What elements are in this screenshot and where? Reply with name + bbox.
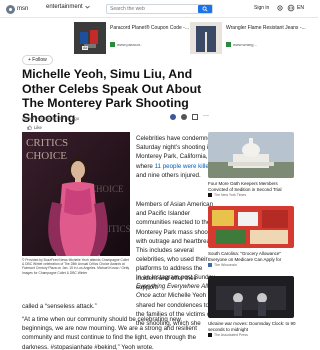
source-logo-icon <box>208 333 212 337</box>
rail-story-source: The Associated Press <box>208 333 248 337</box>
sponsored-strip: Ad Paracord Planet® Coupon Code -... www… <box>74 20 318 60</box>
search-box <box>106 4 213 14</box>
logo-text: msn <box>17 6 29 12</box>
sign-in-link[interactable]: Sign in <box>254 5 269 11</box>
doomsday-clock-image <box>208 276 294 318</box>
thumbs-up-icon <box>27 125 32 130</box>
paragraph-1: Celebrities have condemned Saturday nigh… <box>136 135 215 179</box>
michelle-yeoh-photo: CRITICS CHOICE CHOICE CRITICS <box>22 132 130 256</box>
article-photo[interactable]: CRITICS CHOICE CHOICE CRITICS <box>22 132 130 256</box>
settings-icon[interactable] <box>276 4 284 12</box>
svg-text:CHOICE: CHOICE <box>26 150 67 162</box>
ad-thumbnail <box>190 22 222 54</box>
rail-story-title[interactable]: Four More Oath Keepers Members Convicted… <box>208 181 298 192</box>
msn-logo-icon <box>6 4 15 14</box>
share-bar: ··· <box>170 113 209 120</box>
ad-source: www.wrang... <box>226 42 257 47</box>
ad-badge: Ad <box>82 46 89 50</box>
follow-button[interactable]: + Follow <box>22 55 53 65</box>
killed-link[interactable]: 11 people were killed <box>155 163 213 170</box>
rail-story-source: The Wisconsin <box>208 263 237 267</box>
source-logo-icon <box>226 42 231 47</box>
backdrop-text: CRITICS <box>26 137 68 149</box>
capitol-image <box>208 132 294 178</box>
ad-source: www.paracor.. <box>110 42 142 47</box>
search-input[interactable] <box>107 5 198 13</box>
rail-story-source: The New York Times <box>208 193 246 197</box>
paragraph-3-continued: called a “senseless attack.” <box>22 303 97 310</box>
ad-thumbnail <box>74 22 106 54</box>
language-label[interactable]: EN <box>297 5 304 11</box>
article-byline: Anthony Robledo · 20 hrs ago <box>22 116 80 121</box>
ad-title: Paracord Planet® Coupon Code -... <box>110 25 190 31</box>
rail-story-image[interactable] <box>208 276 294 318</box>
paracord-spool-image <box>74 22 106 54</box>
paragraph-4: “At a time when our community should be … <box>22 316 197 350</box>
section-label: entertainment <box>46 4 83 10</box>
chevron-down-icon <box>84 5 90 9</box>
photo-caption: © Provided by BuzzFeed News Michelle Yeo… <box>22 258 130 275</box>
source-logo-icon <box>208 193 212 197</box>
more-icon[interactable]: ··· <box>203 113 209 120</box>
jeans-image <box>190 22 222 54</box>
groceries-image <box>208 206 294 248</box>
top-navigation-bar: msn entertainment Sign in EN <box>0 0 318 18</box>
source-logo-icon <box>208 263 212 267</box>
search-button[interactable] <box>198 5 212 13</box>
globe-icon[interactable] <box>287 4 295 12</box>
like-label: Like <box>34 125 42 130</box>
rail-story-image[interactable] <box>208 206 294 248</box>
rail-story-title[interactable]: Ukraine war moves: Doomsday Clock: to 90… <box>208 321 298 332</box>
like-button[interactable]: Like <box>27 125 42 130</box>
rail-story-title[interactable]: South Carolina: "Grocery Allowance" Ever… <box>208 251 298 262</box>
email-icon[interactable] <box>192 114 198 120</box>
facebook-icon[interactable] <box>170 114 176 120</box>
section-dropdown[interactable]: entertainment <box>46 4 90 10</box>
msn-logo[interactable]: msn <box>6 4 28 14</box>
ad-card-paracord[interactable]: Ad Paracord Planet® Coupon Code -... www… <box>74 20 194 60</box>
ad-title: Wrangler Flame Resistant Jeans -... <box>226 25 306 31</box>
rail-story-image[interactable] <box>208 132 294 178</box>
ad-card-wrangler[interactable]: Wrangler Flame Resistant Jeans -... www.… <box>190 20 318 60</box>
source-logo-icon <box>110 42 115 47</box>
twitter-icon[interactable] <box>181 114 187 120</box>
svg-text:CHOICE: CHOICE <box>90 184 124 194</box>
search-icon <box>202 6 208 12</box>
